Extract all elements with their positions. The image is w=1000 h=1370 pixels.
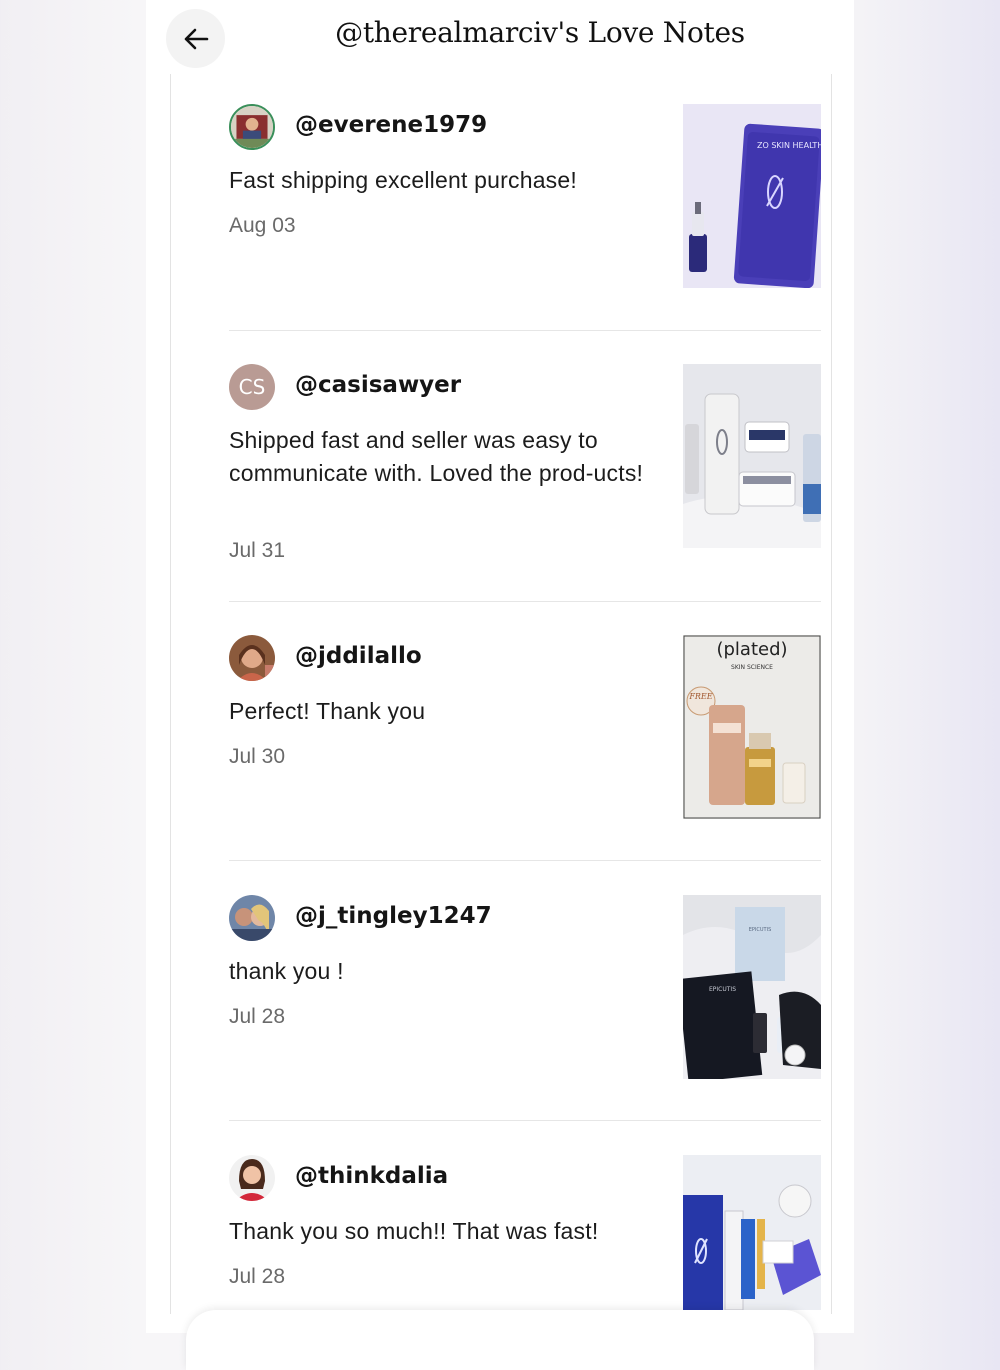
username[interactable]: @thinkdalia [295,1163,448,1189]
product-thumbnail[interactable] [683,1155,821,1310]
avatar[interactable] [229,104,275,150]
app-screen: @therealmarciv's Love Notes @everene1979… [146,0,854,1370]
divider [229,601,821,602]
note-date: Jul 28 [229,1265,286,1288]
back-button[interactable] [166,9,225,68]
note-date: Jul 28 [229,1005,286,1028]
divider [229,330,821,331]
username[interactable]: @j_tingley1247 [295,903,492,929]
arrow-left-icon [184,28,208,49]
product-thumbnail[interactable]: ZO SKIN HEALTH [683,104,821,288]
avatar[interactable] [229,1155,275,1201]
svg-text:SKIN SCIENCE: SKIN SCIENCE [731,664,773,671]
note-date: Aug 03 [229,214,296,237]
divider [229,860,821,861]
username[interactable]: @everene1979 [295,112,487,138]
comment-text: Thank you so much!! That was fast! [229,1218,599,1244]
svg-text:(plated): (plated) [716,639,787,660]
avatar[interactable] [229,895,275,941]
bottom-nav-bar[interactable] [186,1310,814,1370]
divider [229,1120,821,1121]
username[interactable]: @jddilallo [295,643,422,669]
note-date: Jul 31 [229,539,286,562]
svg-text:EPICUTIS: EPICUTIS [709,986,736,993]
comment-text: thank you ! [229,958,344,984]
comment-text: Perfect! Thank you [229,698,426,724]
note-date: Jul 30 [229,745,286,768]
product-thumbnail[interactable]: (plated) SKIN SCIENCE FREE [683,635,821,819]
header: @therealmarciv's Love Notes [146,0,854,76]
svg-text:ZO SKIN HEALTH: ZO SKIN HEALTH [757,141,821,150]
comment-text: Fast shipping excellent purchase! [229,167,577,193]
svg-text:FREE: FREE [688,692,712,701]
page-title: @therealmarciv's Love Notes [335,16,745,49]
product-thumbnail[interactable] [683,364,821,548]
username[interactable]: @casisawyer [295,372,461,398]
svg-text:EPICUTIS: EPICUTIS [749,927,772,933]
avatar[interactable]: CS [229,364,275,410]
notes-list: @everene1979 Fast shipping excellent pur… [170,74,832,1314]
product-thumbnail[interactable]: EPICUTIS EPICUTIS [683,895,821,1079]
comment-text: Shipped fast and seller was easy to comm… [229,427,644,486]
avatar[interactable] [229,635,275,681]
